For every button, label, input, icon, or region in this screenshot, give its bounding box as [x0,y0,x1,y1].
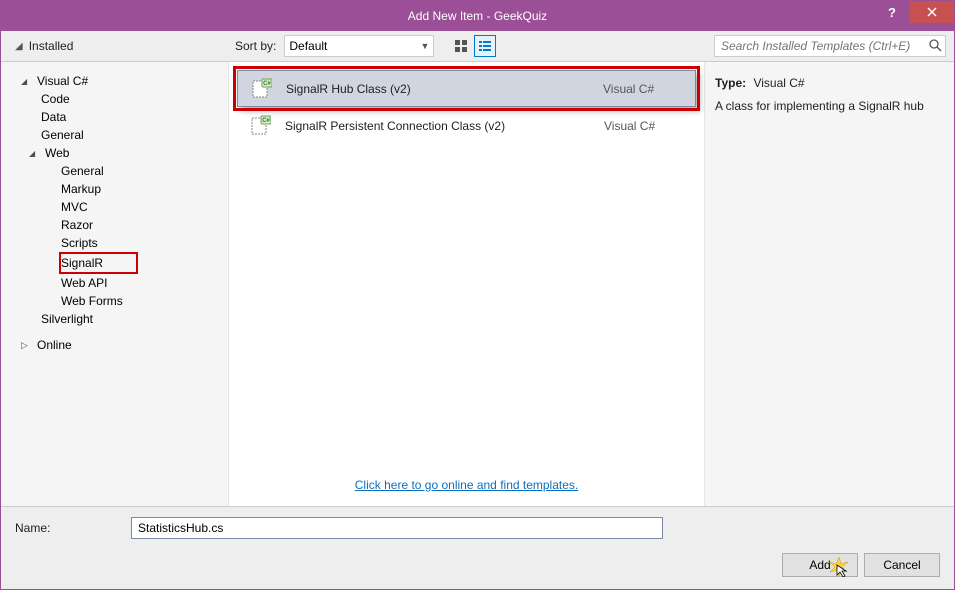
sortby-value: Default [289,39,327,53]
tree-item-online[interactable]: Online [1,336,228,354]
view-toggle [450,35,496,57]
tree-item-web-mvc[interactable]: MVC [1,198,228,216]
details-pane: Type: Visual C# A class for implementing… [704,62,954,506]
template-pane: C# SignalR Hub Class (v2) Visual C# C# S… [229,62,704,506]
tree-item-web[interactable]: Web [1,144,228,162]
category-tree: Visual C# Code Data General Web General … [1,62,229,506]
template-name: SignalR Hub Class (v2) [286,82,589,96]
search-wrap [714,35,946,57]
tree-item-data[interactable]: Data [1,108,228,126]
breadcrumb-caret-icon: ◢ [15,41,23,52]
close-icon [927,7,937,17]
expand-caret-icon [21,76,33,86]
footer: Name: Add Cancel [1,506,954,589]
name-row: Name: [15,517,940,539]
view-grid-button[interactable] [450,35,472,57]
sortby-select[interactable]: Default ▼ [284,35,434,57]
titlebar: Add New Item - GeekQuiz ? [1,1,954,31]
details-type-row: Type: Visual C# [715,76,944,90]
tree-item-code[interactable]: Code [1,90,228,108]
toolbar: ◢ Installed Sort by: Default ▼ [1,31,954,62]
installed-label[interactable]: Installed [29,39,74,53]
template-row-signalr-persistent[interactable]: C# SignalR Persistent Connection Class (… [237,107,696,144]
window-title: Add New Item - GeekQuiz [1,9,954,23]
details-type-value: Visual C# [753,76,804,90]
tree-item-silverlight[interactable]: Silverlight [1,310,228,328]
cursor-click-icon [829,557,849,577]
tree-item-web-signalr[interactable]: SignalR [59,252,138,274]
collapse-caret-icon [21,340,33,351]
cancel-button[interactable]: Cancel [864,553,940,577]
search-icon [928,38,942,52]
svg-text:C#: C# [263,81,271,87]
tree-item-general[interactable]: General [1,126,228,144]
sortby-label: Sort by: [235,39,276,53]
csharp-file-icon: C# [249,115,271,137]
details-type-label: Type: [715,76,746,90]
details-description: A class for implementing a SignalR hub [715,98,944,115]
tree-item-web-scripts[interactable]: Scripts [1,234,228,252]
online-templates-link-wrap: Click here to go online and find templat… [229,478,704,506]
csharp-file-icon: C# [250,78,272,100]
search-input[interactable] [714,35,946,57]
close-button[interactable] [909,1,954,23]
grid-icon [454,39,468,53]
tree-item-web-webapi[interactable]: Web API [1,274,228,292]
svg-text:C#: C# [262,118,270,124]
tree-item-web-general[interactable]: General [1,162,228,180]
help-button[interactable]: ? [875,1,909,23]
expand-caret-icon [29,148,41,158]
list-icon [478,39,492,53]
view-list-button[interactable] [474,35,496,57]
tree-item-visual-csharp[interactable]: Visual C# [1,72,228,90]
window-controls: ? [875,1,954,23]
template-row-signalr-hub[interactable]: C# SignalR Hub Class (v2) Visual C# [237,70,696,107]
tree-item-web-razor[interactable]: Razor [1,216,228,234]
button-row: Add Cancel [15,553,940,577]
name-label: Name: [15,521,131,535]
online-templates-link[interactable]: Click here to go online and find templat… [355,478,578,492]
dropdown-caret-icon: ▼ [420,41,429,51]
tree-item-web-webforms[interactable]: Web Forms [1,292,228,310]
dialog-body: Visual C# Code Data General Web General … [1,62,954,506]
add-button[interactable]: Add [782,553,858,577]
template-name: SignalR Persistent Connection Class (v2) [285,119,590,133]
template-lang: Visual C# [603,82,683,96]
template-list: C# SignalR Hub Class (v2) Visual C# C# S… [229,62,704,152]
name-input[interactable] [131,517,663,539]
tree-item-web-markup[interactable]: Markup [1,180,228,198]
template-lang: Visual C# [604,119,684,133]
